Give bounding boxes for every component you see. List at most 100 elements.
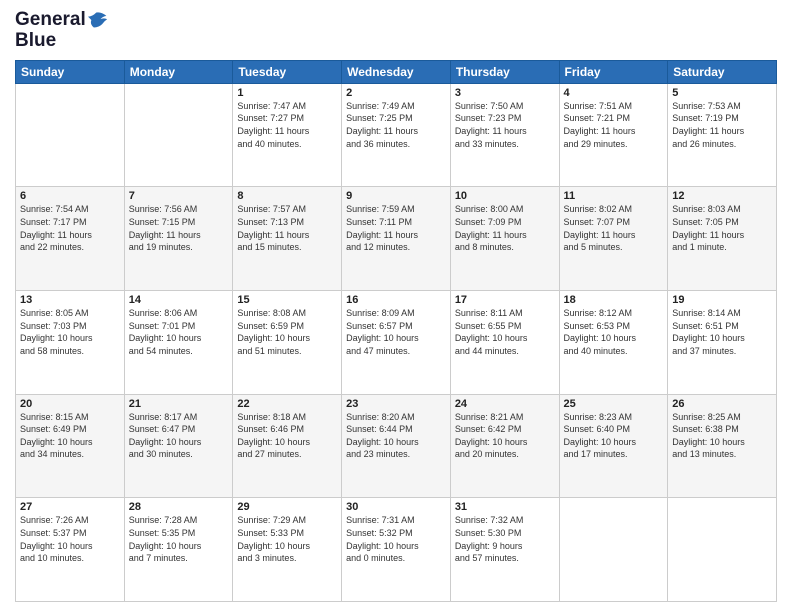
- day-number: 2: [346, 87, 446, 99]
- day-info: Sunrise: 8:00 AM Sunset: 7:09 PM Dayligh…: [455, 203, 555, 253]
- day-number: 17: [455, 294, 555, 306]
- day-info: Sunrise: 8:17 AM Sunset: 6:47 PM Dayligh…: [129, 411, 229, 461]
- day-number: 4: [564, 87, 664, 99]
- day-cell-23: 23Sunrise: 8:20 AM Sunset: 6:44 PM Dayli…: [342, 394, 451, 498]
- weekday-header-sunday: Sunday: [16, 60, 125, 83]
- day-cell-10: 10Sunrise: 8:00 AM Sunset: 7:09 PM Dayli…: [450, 187, 559, 291]
- day-cell-25: 25Sunrise: 8:23 AM Sunset: 6:40 PM Dayli…: [559, 394, 668, 498]
- day-info: Sunrise: 8:21 AM Sunset: 6:42 PM Dayligh…: [455, 411, 555, 461]
- day-info: Sunrise: 7:47 AM Sunset: 7:27 PM Dayligh…: [237, 100, 337, 150]
- day-cell-18: 18Sunrise: 8:12 AM Sunset: 6:53 PM Dayli…: [559, 291, 668, 395]
- weekday-header-saturday: Saturday: [668, 60, 777, 83]
- day-number: 23: [346, 398, 446, 410]
- weekday-header-wednesday: Wednesday: [342, 60, 451, 83]
- day-number: 9: [346, 190, 446, 202]
- day-cell-24: 24Sunrise: 8:21 AM Sunset: 6:42 PM Dayli…: [450, 394, 559, 498]
- day-cell-16: 16Sunrise: 8:09 AM Sunset: 6:57 PM Dayli…: [342, 291, 451, 395]
- day-info: Sunrise: 8:03 AM Sunset: 7:05 PM Dayligh…: [672, 203, 772, 253]
- day-number: 13: [20, 294, 120, 306]
- day-info: Sunrise: 8:14 AM Sunset: 6:51 PM Dayligh…: [672, 307, 772, 357]
- day-info: Sunrise: 8:05 AM Sunset: 7:03 PM Dayligh…: [20, 307, 120, 357]
- logo: General Blue: [15, 10, 108, 52]
- day-info: Sunrise: 8:02 AM Sunset: 7:07 PM Dayligh…: [564, 203, 664, 253]
- day-number: 31: [455, 501, 555, 513]
- day-cell-7: 7Sunrise: 7:56 AM Sunset: 7:15 PM Daylig…: [124, 187, 233, 291]
- day-number: 26: [672, 398, 772, 410]
- day-number: 10: [455, 190, 555, 202]
- day-number: 30: [346, 501, 446, 513]
- week-row-5: 27Sunrise: 7:26 AM Sunset: 5:37 PM Dayli…: [16, 498, 777, 602]
- day-info: Sunrise: 7:50 AM Sunset: 7:23 PM Dayligh…: [455, 100, 555, 150]
- day-number: 20: [20, 398, 120, 410]
- day-cell-29: 29Sunrise: 7:29 AM Sunset: 5:33 PM Dayli…: [233, 498, 342, 602]
- day-info: Sunrise: 7:53 AM Sunset: 7:19 PM Dayligh…: [672, 100, 772, 150]
- weekday-header-row: SundayMondayTuesdayWednesdayThursdayFrid…: [16, 60, 777, 83]
- day-number: 8: [237, 190, 337, 202]
- day-number: 28: [129, 501, 229, 513]
- day-info: Sunrise: 7:49 AM Sunset: 7:25 PM Dayligh…: [346, 100, 446, 150]
- day-cell-30: 30Sunrise: 7:31 AM Sunset: 5:32 PM Dayli…: [342, 498, 451, 602]
- day-info: Sunrise: 7:54 AM Sunset: 7:17 PM Dayligh…: [20, 203, 120, 253]
- day-number: 19: [672, 294, 772, 306]
- day-number: 7: [129, 190, 229, 202]
- day-cell-14: 14Sunrise: 8:06 AM Sunset: 7:01 PM Dayli…: [124, 291, 233, 395]
- day-number: 29: [237, 501, 337, 513]
- day-cell-22: 22Sunrise: 8:18 AM Sunset: 6:46 PM Dayli…: [233, 394, 342, 498]
- day-cell-2: 2Sunrise: 7:49 AM Sunset: 7:25 PM Daylig…: [342, 83, 451, 187]
- day-number: 25: [564, 398, 664, 410]
- day-info: Sunrise: 8:11 AM Sunset: 6:55 PM Dayligh…: [455, 307, 555, 357]
- day-info: Sunrise: 8:15 AM Sunset: 6:49 PM Dayligh…: [20, 411, 120, 461]
- weekday-header-thursday: Thursday: [450, 60, 559, 83]
- weekday-header-tuesday: Tuesday: [233, 60, 342, 83]
- day-cell-27: 27Sunrise: 7:26 AM Sunset: 5:37 PM Dayli…: [16, 498, 125, 602]
- day-cell-13: 13Sunrise: 8:05 AM Sunset: 7:03 PM Dayli…: [16, 291, 125, 395]
- day-info: Sunrise: 8:09 AM Sunset: 6:57 PM Dayligh…: [346, 307, 446, 357]
- day-info: Sunrise: 7:59 AM Sunset: 7:11 PM Dayligh…: [346, 203, 446, 253]
- day-number: 24: [455, 398, 555, 410]
- day-cell-4: 4Sunrise: 7:51 AM Sunset: 7:21 PM Daylig…: [559, 83, 668, 187]
- day-cell-empty: [668, 498, 777, 602]
- day-cell-6: 6Sunrise: 7:54 AM Sunset: 7:17 PM Daylig…: [16, 187, 125, 291]
- day-info: Sunrise: 7:28 AM Sunset: 5:35 PM Dayligh…: [129, 514, 229, 564]
- day-info: Sunrise: 8:06 AM Sunset: 7:01 PM Dayligh…: [129, 307, 229, 357]
- day-info: Sunrise: 7:51 AM Sunset: 7:21 PM Dayligh…: [564, 100, 664, 150]
- day-info: Sunrise: 7:56 AM Sunset: 7:15 PM Dayligh…: [129, 203, 229, 253]
- day-info: Sunrise: 8:18 AM Sunset: 6:46 PM Dayligh…: [237, 411, 337, 461]
- day-cell-31: 31Sunrise: 7:32 AM Sunset: 5:30 PM Dayli…: [450, 498, 559, 602]
- week-row-1: 1Sunrise: 7:47 AM Sunset: 7:27 PM Daylig…: [16, 83, 777, 187]
- day-cell-19: 19Sunrise: 8:14 AM Sunset: 6:51 PM Dayli…: [668, 291, 777, 395]
- day-cell-15: 15Sunrise: 8:08 AM Sunset: 6:59 PM Dayli…: [233, 291, 342, 395]
- day-info: Sunrise: 7:57 AM Sunset: 7:13 PM Dayligh…: [237, 203, 337, 253]
- day-info: Sunrise: 8:08 AM Sunset: 6:59 PM Dayligh…: [237, 307, 337, 357]
- day-number: 18: [564, 294, 664, 306]
- day-number: 5: [672, 87, 772, 99]
- day-info: Sunrise: 7:26 AM Sunset: 5:37 PM Dayligh…: [20, 514, 120, 564]
- day-cell-11: 11Sunrise: 8:02 AM Sunset: 7:07 PM Dayli…: [559, 187, 668, 291]
- day-info: Sunrise: 7:31 AM Sunset: 5:32 PM Dayligh…: [346, 514, 446, 564]
- day-number: 3: [455, 87, 555, 99]
- day-number: 1: [237, 87, 337, 99]
- day-cell-9: 9Sunrise: 7:59 AM Sunset: 7:11 PM Daylig…: [342, 187, 451, 291]
- week-row-4: 20Sunrise: 8:15 AM Sunset: 6:49 PM Dayli…: [16, 394, 777, 498]
- week-row-2: 6Sunrise: 7:54 AM Sunset: 7:17 PM Daylig…: [16, 187, 777, 291]
- day-cell-1: 1Sunrise: 7:47 AM Sunset: 7:27 PM Daylig…: [233, 83, 342, 187]
- day-number: 6: [20, 190, 120, 202]
- day-cell-26: 26Sunrise: 8:25 AM Sunset: 6:38 PM Dayli…: [668, 394, 777, 498]
- day-cell-empty: [16, 83, 125, 187]
- day-cell-8: 8Sunrise: 7:57 AM Sunset: 7:13 PM Daylig…: [233, 187, 342, 291]
- day-cell-17: 17Sunrise: 8:11 AM Sunset: 6:55 PM Dayli…: [450, 291, 559, 395]
- day-info: Sunrise: 8:12 AM Sunset: 6:53 PM Dayligh…: [564, 307, 664, 357]
- weekday-header-monday: Monday: [124, 60, 233, 83]
- weekday-header-friday: Friday: [559, 60, 668, 83]
- page-header: General Blue: [15, 10, 777, 52]
- day-cell-5: 5Sunrise: 7:53 AM Sunset: 7:19 PM Daylig…: [668, 83, 777, 187]
- day-cell-empty: [124, 83, 233, 187]
- day-number: 22: [237, 398, 337, 410]
- day-number: 11: [564, 190, 664, 202]
- day-info: Sunrise: 7:29 AM Sunset: 5:33 PM Dayligh…: [237, 514, 337, 564]
- day-number: 14: [129, 294, 229, 306]
- day-number: 12: [672, 190, 772, 202]
- day-cell-20: 20Sunrise: 8:15 AM Sunset: 6:49 PM Dayli…: [16, 394, 125, 498]
- day-info: Sunrise: 8:25 AM Sunset: 6:38 PM Dayligh…: [672, 411, 772, 461]
- day-number: 21: [129, 398, 229, 410]
